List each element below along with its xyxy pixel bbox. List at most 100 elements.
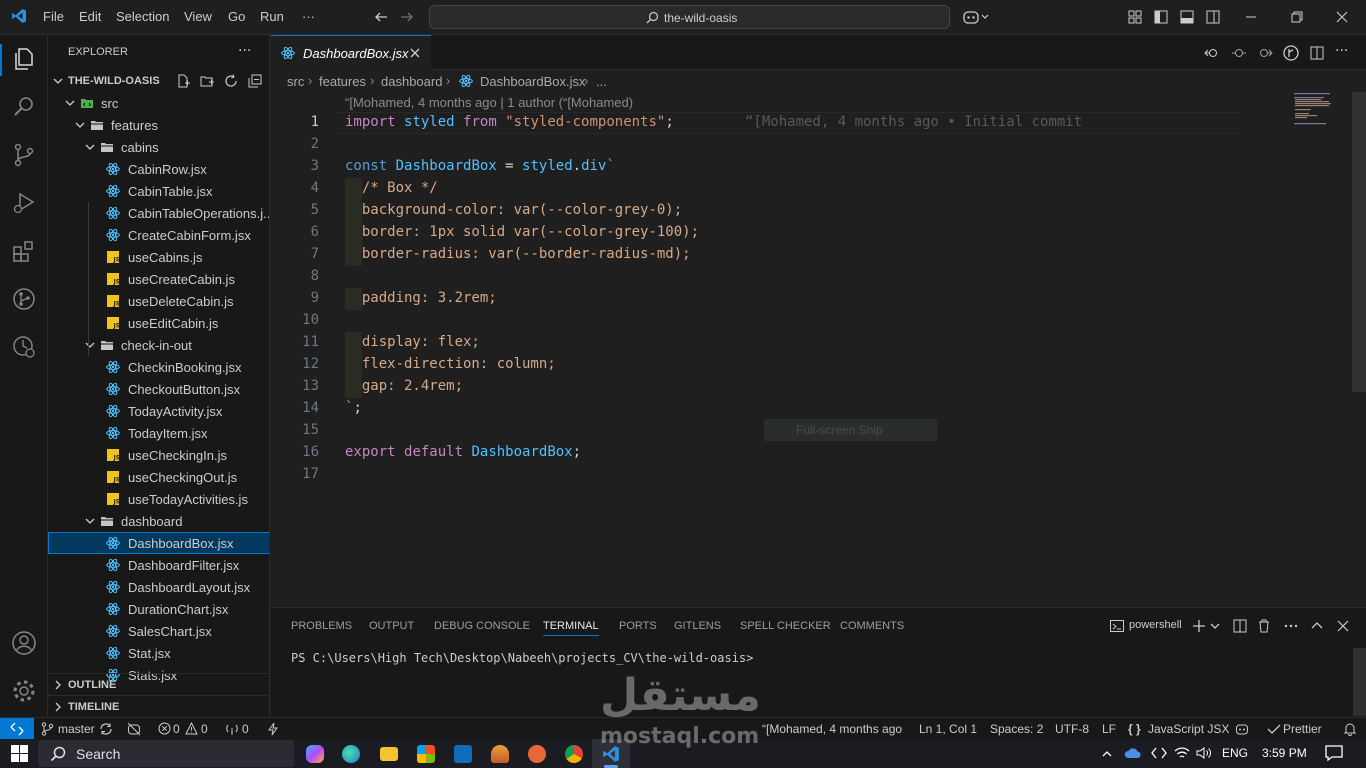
forward-arrow-icon[interactable] xyxy=(399,9,415,25)
folder-cabins[interactable]: cabins xyxy=(48,136,269,158)
timeline-section-header[interactable]: TIMELINE xyxy=(48,695,269,717)
code-editor[interactable]: “[Mohamed, 4 months ago | 1 author (“[Mo… xyxy=(271,92,1366,606)
tab-spell-checker[interactable]: SPELL CHECKER xyxy=(740,620,831,632)
back-arrow-icon[interactable] xyxy=(373,9,389,25)
code-line[interactable]: export default DashboardBox; xyxy=(345,444,581,460)
error-count[interactable]: 0 xyxy=(173,722,180,736)
breadcrumb-features[interactable]: features xyxy=(319,74,366,89)
file-cabintableoperations-j[interactable]: CabinTableOperations.j... xyxy=(48,202,269,224)
warning-icon[interactable] xyxy=(185,722,198,735)
toggle-panel-icon[interactable] xyxy=(1179,9,1195,25)
file-todayactivity-jsx[interactable]: TodayActivity.jsx xyxy=(48,400,269,422)
tab-dashboardbox[interactable]: DashboardBox.jsx xyxy=(271,35,431,70)
end-of-line[interactable]: LF xyxy=(1102,722,1116,736)
status-blame[interactable]: “[Mohamed, 4 months ago xyxy=(762,722,902,736)
tab-comments[interactable]: COMMENTS xyxy=(840,620,904,632)
file-useeditcabin-js[interactable]: JS useEditCabin.js xyxy=(48,312,269,334)
project-root-header[interactable]: THE-WILD-OASIS xyxy=(48,70,269,92)
terminal-prompt[interactable]: PS C:\Users\High Tech\Desktop\Nabeeh\pro… xyxy=(291,651,753,665)
maximize-panel-icon[interactable] xyxy=(1309,618,1325,634)
folder-features[interactable]: features xyxy=(48,114,269,136)
media-app-icon[interactable] xyxy=(528,745,546,763)
outlook-icon[interactable] xyxy=(454,745,472,763)
terminal-scrollbar[interactable] xyxy=(1353,648,1366,716)
menu-selection[interactable]: Selection xyxy=(116,9,169,24)
remote-indicator[interactable] xyxy=(0,718,34,740)
open-changes-icon[interactable] xyxy=(1204,45,1220,61)
outline-section-header[interactable]: OUTLINE xyxy=(48,673,269,695)
code-line[interactable]: const DashboardBox = styled.div` xyxy=(345,158,615,174)
file-cabinrow-jsx[interactable]: CabinRow.jsx xyxy=(48,158,269,180)
code-line[interactable]: /* Box */ xyxy=(345,180,438,196)
folder-dashboard[interactable]: dashboard xyxy=(48,510,269,532)
volume-speaker-icon[interactable] xyxy=(1196,746,1212,760)
remote-explorer-icon[interactable] xyxy=(11,334,37,360)
source-control-icon[interactable] xyxy=(11,142,37,168)
menu-go[interactable]: Go xyxy=(228,9,245,24)
sync-icon[interactable] xyxy=(99,722,113,736)
toggle-secondary-sidebar-icon[interactable] xyxy=(1205,9,1221,25)
breadcrumb-dashboard[interactable]: dashboard xyxy=(381,74,442,89)
explorer-files-icon[interactable] xyxy=(11,46,37,72)
menu-run[interactable]: Run xyxy=(260,9,284,24)
toggle-primary-sidebar-icon[interactable] xyxy=(1153,9,1169,25)
folder-check-in-out[interactable]: check-in-out xyxy=(48,334,269,356)
minimize-window-icon[interactable] xyxy=(1243,9,1259,25)
copilot-face-icon[interactable] xyxy=(1235,722,1249,736)
command-center-search[interactable]: the-wild-oasis xyxy=(429,5,950,29)
file-usecabins-js[interactable]: JS useCabins.js xyxy=(48,246,269,268)
customize-layout-icon[interactable] xyxy=(1127,9,1143,25)
code-line[interactable]: padding: 3.2rem; xyxy=(345,290,497,306)
notifications-bell-icon[interactable] xyxy=(1343,722,1357,736)
code-line[interactable]: border-radius: var(--border-radius-md); xyxy=(345,246,691,262)
clock-time[interactable]: 3:59 PM xyxy=(1262,746,1307,760)
code-line[interactable]: `; xyxy=(345,400,362,416)
git-branch-name[interactable]: master xyxy=(58,722,95,736)
file-durationchart-jsx[interactable]: DurationChart.jsx xyxy=(48,598,269,620)
file-dashboardfilter-jsx[interactable]: DashboardFilter.jsx xyxy=(48,554,269,576)
wifi-icon[interactable] xyxy=(1174,746,1190,760)
search-icon[interactable] xyxy=(11,94,37,120)
file-todayitem-jsx[interactable]: TodayItem.jsx xyxy=(48,422,269,444)
more-actions-icon[interactable] xyxy=(1283,618,1299,634)
error-icon[interactable] xyxy=(158,722,171,735)
game-app-icon[interactable] xyxy=(491,745,509,763)
lightning-icon[interactable] xyxy=(267,722,279,736)
close-window-icon[interactable] xyxy=(1334,9,1350,25)
code-line[interactable]: import styled from "styled-components"; xyxy=(345,114,674,130)
ports-count[interactable]: 0 xyxy=(242,722,249,736)
code-line[interactable]: flex-direction: column; xyxy=(345,356,556,372)
breadcrumb-src[interactable]: src xyxy=(287,74,304,89)
commit-icon[interactable] xyxy=(1231,45,1247,61)
manage-gear-icon[interactable] xyxy=(11,678,37,704)
refresh-icon[interactable] xyxy=(224,74,238,88)
chrome-browser-icon[interactable] xyxy=(565,745,583,763)
accounts-icon[interactable] xyxy=(11,630,37,656)
cursor-position[interactable]: Ln 1, Col 1 xyxy=(919,722,977,736)
file-stat-jsx[interactable]: Stat.jsx xyxy=(48,642,269,664)
notification-center-icon[interactable] xyxy=(1325,745,1343,761)
menu-more[interactable]: ··· xyxy=(302,9,315,24)
file-cabintable-jsx[interactable]: CabinTable.jsx xyxy=(48,180,269,202)
close-tab-icon[interactable] xyxy=(409,47,421,59)
terminal-shell-name[interactable]: powershell xyxy=(1129,619,1182,631)
close-panel-icon[interactable] xyxy=(1335,618,1351,634)
copilot-status-icon[interactable] xyxy=(127,722,141,736)
file-usetodayactivities-js[interactable]: JS useTodayActivities.js xyxy=(48,488,269,510)
collapse-all-icon[interactable] xyxy=(248,74,262,88)
menu-edit[interactable]: Edit xyxy=(79,9,101,24)
onedrive-cloud-icon[interactable] xyxy=(1124,746,1142,760)
file-checkinbooking-jsx[interactable]: CheckinBooking.jsx xyxy=(48,356,269,378)
new-terminal-plus-icon[interactable] xyxy=(1191,618,1207,634)
input-language[interactable]: ENG xyxy=(1222,746,1248,760)
encoding[interactable]: UTF-8 xyxy=(1055,722,1089,736)
editor-more-actions[interactable]: ··· xyxy=(1335,43,1348,59)
code-brackets-icon[interactable] xyxy=(1151,746,1167,760)
file-usecheckingout-js[interactable]: JS useCheckingOut.js xyxy=(48,466,269,488)
chevron-down-icon[interactable] xyxy=(1209,620,1221,632)
windows-start-icon[interactable] xyxy=(11,745,28,762)
file-checkoutbutton-jsx[interactable]: CheckoutButton.jsx xyxy=(48,378,269,400)
show-hidden-icons-chevron-icon[interactable] xyxy=(1101,748,1113,760)
file-dashboardlayout-jsx[interactable]: DashboardLayout.jsx xyxy=(48,576,269,598)
file-saleschart-jsx[interactable]: SalesChart.jsx xyxy=(48,620,269,642)
